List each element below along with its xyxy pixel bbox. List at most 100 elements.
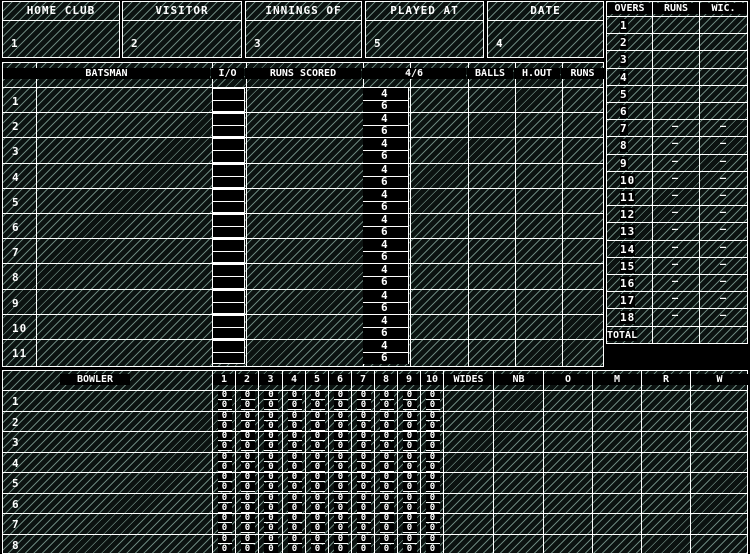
ball-mark[interactable]: 0 xyxy=(356,503,371,513)
ball-mark[interactable]: 0 xyxy=(379,483,394,492)
ball-mark[interactable]: 0 xyxy=(310,493,325,503)
ball-mark[interactable]: 0 xyxy=(264,401,278,410)
bowling-stat-cell[interactable] xyxy=(444,432,493,452)
header-field-3[interactable]: INNINGS OF 3 xyxy=(245,1,362,58)
ball-mark[interactable]: 0 xyxy=(217,432,232,441)
runs-scored-cell[interactable] xyxy=(247,88,362,112)
ball-mark[interactable]: 0 xyxy=(310,391,325,400)
runs-scored-cell[interactable] xyxy=(247,340,362,364)
ball-mark[interactable]: 0 xyxy=(379,432,394,441)
in-out-slot[interactable] xyxy=(212,239,245,264)
fours-sixes-cell[interactable]: 46 xyxy=(363,188,409,213)
ball-mark[interactable]: 0 xyxy=(379,544,394,554)
ball-mark[interactable]: 0 xyxy=(356,473,371,482)
batsman-name-cell[interactable] xyxy=(37,189,211,213)
ball-mark[interactable]: 0 xyxy=(425,401,440,410)
bowling-stat-cell[interactable] xyxy=(494,535,543,554)
bowling-stat-cell[interactable] xyxy=(691,432,748,452)
batsman-name-cell[interactable] xyxy=(37,340,211,364)
runs-scored-cell[interactable] xyxy=(247,239,362,263)
ball-mark[interactable]: 0 xyxy=(264,544,278,554)
ball-mark[interactable]: 0 xyxy=(217,462,232,472)
ball-mark[interactable]: 0 xyxy=(217,421,232,431)
bowling-stat-cell[interactable] xyxy=(544,473,592,493)
ball-mark[interactable]: 0 xyxy=(402,503,417,513)
bowling-stat-cell[interactable] xyxy=(444,535,493,554)
header-field-5[interactable]: DATE 4 xyxy=(487,1,604,58)
ball-mark[interactable]: 0 xyxy=(240,401,255,410)
ball-mark[interactable]: 0 xyxy=(402,544,417,554)
bowling-stat-cell[interactable] xyxy=(593,494,641,514)
ball-mark[interactable]: 0 xyxy=(240,462,255,472)
fours-sixes-cell[interactable]: 46 xyxy=(363,314,409,339)
ball-mark[interactable]: 0 xyxy=(425,452,440,462)
ball-mark[interactable]: 0 xyxy=(240,432,255,441)
ball-mark[interactable]: 0 xyxy=(217,442,232,451)
ball-mark[interactable]: 0 xyxy=(217,503,232,513)
ball-mark[interactable]: 0 xyxy=(379,452,394,462)
bowling-stat-cell[interactable] xyxy=(593,391,641,411)
header-field-2[interactable]: VISITOR 2 xyxy=(122,1,242,58)
bowling-stat-cell[interactable] xyxy=(494,514,543,534)
bowling-stat-cell[interactable] xyxy=(642,453,690,473)
ball-mark[interactable]: 0 xyxy=(287,493,302,503)
bowling-stat-cell[interactable] xyxy=(444,473,493,493)
ball-mark[interactable]: 0 xyxy=(425,503,440,513)
ball-mark[interactable]: 0 xyxy=(402,411,417,421)
ball-mark[interactable]: 0 xyxy=(333,442,348,451)
batsman-name-cell[interactable] xyxy=(37,113,211,137)
bowling-stat-cell[interactable] xyxy=(642,514,690,534)
fours-sixes-cell[interactable]: 46 xyxy=(363,113,409,138)
bowling-stat-cell[interactable] xyxy=(494,453,543,473)
bowling-stat-cell[interactable] xyxy=(444,412,493,432)
overs-total-runs[interactable] xyxy=(653,327,699,343)
bowling-stat-cell[interactable] xyxy=(494,473,543,493)
bowling-stat-cell[interactable] xyxy=(691,412,748,432)
bowling-stat-cell[interactable] xyxy=(544,514,592,534)
ball-mark[interactable]: 0 xyxy=(402,493,417,503)
batsman-name-cell[interactable] xyxy=(37,264,211,288)
fours-sixes-cell[interactable]: 46 xyxy=(363,289,409,314)
ball-mark[interactable]: 0 xyxy=(425,411,440,421)
ball-mark[interactable]: 0 xyxy=(356,483,371,492)
ball-mark[interactable]: 0 xyxy=(356,493,371,503)
batsman-name-cell[interactable] xyxy=(37,88,211,112)
ball-mark[interactable]: 0 xyxy=(356,452,371,462)
ball-mark[interactable]: 0 xyxy=(356,401,371,410)
ball-mark[interactable]: 0 xyxy=(402,452,417,462)
ball-mark[interactable]: 0 xyxy=(240,442,255,451)
ball-mark[interactable]: 0 xyxy=(264,524,278,533)
ball-mark[interactable]: 0 xyxy=(264,534,278,544)
ball-mark[interactable]: 0 xyxy=(356,544,371,554)
ball-mark[interactable]: 0 xyxy=(217,452,232,462)
ball-mark[interactable]: 0 xyxy=(287,452,302,462)
in-out-slot[interactable] xyxy=(212,113,245,138)
ball-mark[interactable]: 0 xyxy=(333,514,348,523)
ball-mark[interactable]: 0 xyxy=(379,503,394,513)
bowling-stat-cell[interactable] xyxy=(642,432,690,452)
ball-mark[interactable]: 0 xyxy=(217,391,232,400)
ball-mark[interactable]: 0 xyxy=(333,421,348,431)
fours-sixes-cell[interactable]: 46 xyxy=(363,340,409,365)
bowling-stat-cell[interactable] xyxy=(494,412,543,432)
ball-mark[interactable]: 0 xyxy=(287,524,302,533)
ball-mark[interactable]: 0 xyxy=(287,462,302,472)
ball-mark[interactable]: 0 xyxy=(356,442,371,451)
ball-mark[interactable]: 0 xyxy=(310,544,325,554)
ball-mark[interactable]: 0 xyxy=(240,524,255,533)
bowling-stat-cell[interactable] xyxy=(544,453,592,473)
ball-mark[interactable]: 0 xyxy=(310,411,325,421)
runs-scored-cell[interactable] xyxy=(247,113,362,137)
ball-mark[interactable]: 0 xyxy=(425,442,440,451)
batsman-name-cell[interactable] xyxy=(37,315,211,339)
ball-mark[interactable]: 0 xyxy=(310,421,325,431)
ball-mark[interactable]: 0 xyxy=(264,514,278,523)
bowling-stat-cell[interactable] xyxy=(642,412,690,432)
in-out-slot[interactable] xyxy=(212,214,245,239)
ball-mark[interactable]: 0 xyxy=(356,462,371,472)
batsman-name-cell[interactable] xyxy=(37,239,211,263)
ball-mark[interactable]: 0 xyxy=(240,421,255,431)
ball-mark[interactable]: 0 xyxy=(287,473,302,482)
bowling-stat-cell[interactable] xyxy=(642,473,690,493)
ball-mark[interactable]: 0 xyxy=(402,421,417,431)
